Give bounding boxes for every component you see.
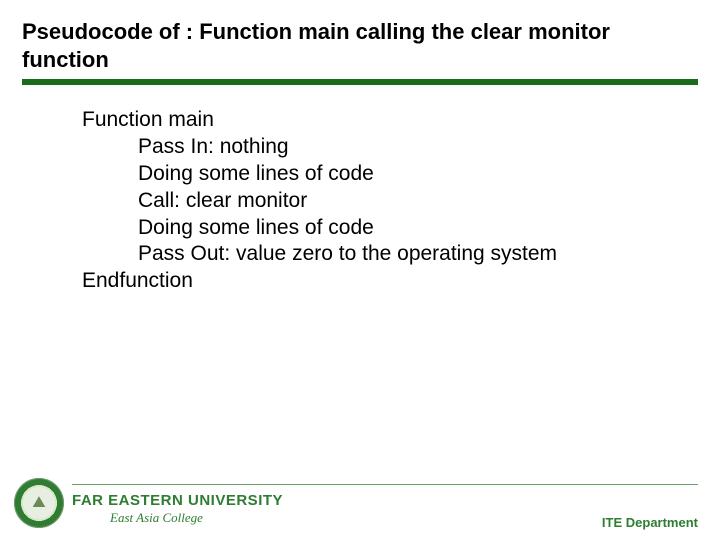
slide-footer: ⛰ FAR EASTERN UNIVERSITY East Asia Colle… bbox=[0, 468, 720, 540]
code-line: Endfunction bbox=[82, 268, 698, 295]
code-line: Function main bbox=[82, 107, 698, 134]
college-name: East Asia College bbox=[72, 510, 283, 526]
university-name: FAR EASTERN UNIVERSITY bbox=[72, 492, 283, 509]
code-line: Doing some lines of code bbox=[82, 215, 698, 242]
code-line: Call: clear monitor bbox=[82, 188, 698, 215]
code-line: Pass Out: value zero to the operating sy… bbox=[82, 241, 698, 268]
department-label: ITE Department bbox=[602, 515, 698, 530]
slide-title: Pseudocode of : Function main calling th… bbox=[22, 18, 698, 73]
university-block: FAR EASTERN UNIVERSITY East Asia College bbox=[72, 492, 283, 526]
footer-rule bbox=[72, 484, 698, 485]
university-seal-icon: ⛰ bbox=[14, 478, 64, 528]
title-rule bbox=[22, 79, 698, 85]
slide: Pseudocode of : Function main calling th… bbox=[0, 0, 720, 540]
pseudocode-block: Function main Pass In: nothing Doing som… bbox=[22, 107, 698, 295]
code-line: Doing some lines of code bbox=[82, 161, 698, 188]
code-line: Pass In: nothing bbox=[82, 134, 698, 161]
